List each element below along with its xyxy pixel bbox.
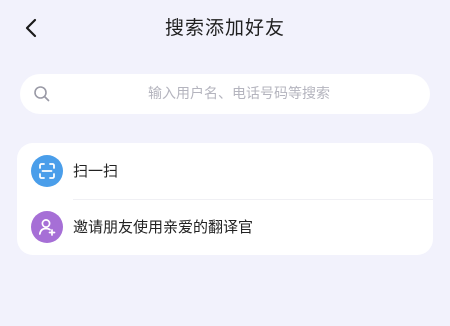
nav-bar: 搜索添加好友: [0, 0, 450, 56]
menu-item-label: 扫一扫: [73, 162, 119, 180]
menu-item-label: 邀请朋友使用亲爱的翻译官: [73, 218, 254, 236]
page-title: 搜索添加好友: [164, 17, 285, 39]
search-input[interactable]: [60, 74, 418, 114]
scan-icon: [31, 155, 63, 187]
menu-card: 扫一扫 邀请朋友使用亲爱的翻译官: [17, 143, 433, 255]
add-user-icon: [31, 211, 63, 243]
search-icon: [33, 85, 51, 103]
search-bar[interactable]: [20, 74, 430, 114]
menu-item-invite[interactable]: 邀请朋友使用亲爱的翻译官: [17, 199, 433, 255]
menu-item-scan[interactable]: 扫一扫: [17, 143, 433, 200]
